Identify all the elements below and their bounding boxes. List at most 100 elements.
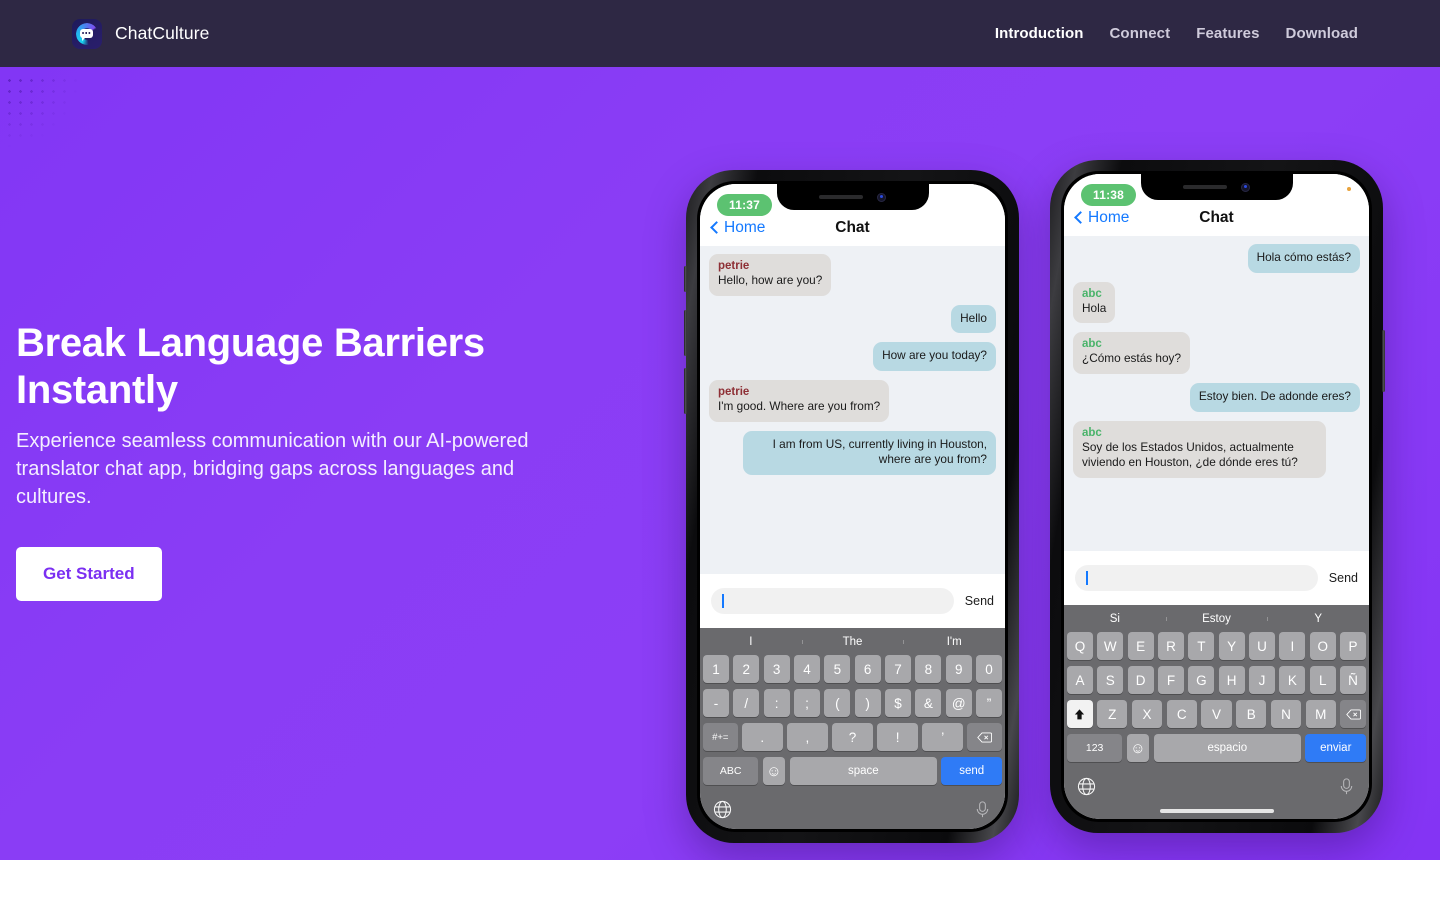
abc-key[interactable]: ABC (703, 757, 759, 785)
key[interactable]: 1 (703, 655, 729, 683)
key[interactable]: ? (832, 723, 873, 751)
key[interactable]: O (1309, 632, 1336, 660)
key[interactable]: $ (885, 689, 911, 717)
shift-icon[interactable] (1066, 700, 1093, 728)
send-button[interactable]: Send (1329, 571, 1358, 585)
key[interactable]: ( (824, 689, 851, 717)
suggestion-3[interactable]: Y (1267, 613, 1369, 625)
key[interactable]: & (915, 689, 942, 717)
key[interactable]: ’ (922, 723, 963, 751)
send-button[interactable]: Send (965, 594, 994, 608)
main-nav: Introduction Connect Features Download (995, 25, 1358, 42)
key[interactable]: 6 (854, 655, 881, 683)
key[interactable]: U (1249, 632, 1275, 660)
brand[interactable]: ChatCulture (72, 18, 209, 49)
suggestion-1[interactable]: I (700, 636, 802, 648)
keyboard-row-qwerty: Q W E R T Y U I O P (1064, 632, 1369, 660)
key[interactable]: / (733, 689, 760, 717)
back-button[interactable]: Home (710, 219, 765, 237)
key[interactable]: @ (945, 689, 972, 717)
key[interactable]: L (1309, 666, 1336, 694)
key[interactable]: G (1188, 666, 1215, 694)
hero-title-line-2: Instantly (16, 367, 178, 412)
symbols-toggle-key[interactable]: #+= (703, 723, 738, 751)
key[interactable]: I (1279, 632, 1306, 660)
keyboard-send-key[interactable]: enviar (1305, 734, 1366, 762)
message-bubble: abc ¿Cómo estás hoy? (1073, 332, 1191, 375)
key[interactable]: Ñ (1340, 666, 1366, 694)
get-started-button[interactable]: Get Started (16, 547, 162, 602)
microphone-icon[interactable] (973, 800, 992, 819)
key[interactable]: : (763, 689, 790, 717)
key[interactable]: 9 (945, 655, 972, 683)
key[interactable]: F (1158, 666, 1184, 694)
keyboard-send-key[interactable]: send (941, 757, 1002, 785)
status-bar-time: 11:37 (717, 194, 773, 216)
message-bubble: I am from US, currently living in Housto… (743, 430, 996, 476)
message-text: Soy de los Estados Unidos, actualmente v… (1082, 439, 1298, 470)
key[interactable]: Q (1067, 632, 1093, 660)
key[interactable]: K (1279, 666, 1306, 694)
key[interactable]: C (1166, 700, 1197, 728)
key[interactable]: B (1236, 700, 1267, 728)
microphone-icon[interactable] (1337, 777, 1356, 796)
key[interactable]: A (1067, 666, 1093, 694)
key[interactable]: . (742, 723, 783, 751)
notch (1140, 174, 1293, 200)
suggestion-2[interactable]: Estoy (1165, 613, 1268, 625)
nav-link-features[interactable]: Features (1196, 25, 1259, 42)
numbers-key[interactable]: 123 (1067, 734, 1123, 762)
space-key[interactable]: space (789, 757, 937, 785)
key[interactable]: 7 (885, 655, 911, 683)
key[interactable]: W (1097, 632, 1124, 660)
key[interactable]: ; (794, 689, 820, 717)
key[interactable]: ” (976, 689, 1002, 717)
phone2-keyboard: Si Estoy Y Q W E R T Y U I O P A S D F G… (1064, 605, 1369, 819)
back-button[interactable]: Home (1074, 209, 1129, 227)
backspace-icon[interactable] (1340, 700, 1367, 728)
key[interactable]: V (1201, 700, 1232, 728)
key[interactable]: 5 (824, 655, 851, 683)
nav-link-introduction[interactable]: Introduction (995, 25, 1084, 42)
key[interactable]: 3 (763, 655, 790, 683)
globe-icon[interactable] (1077, 777, 1096, 796)
key[interactable]: M (1305, 700, 1336, 728)
space-key[interactable]: espacio (1153, 734, 1301, 762)
globe-icon[interactable] (713, 800, 732, 819)
key[interactable]: T (1188, 632, 1215, 660)
emoji-icon[interactable]: ☺ (1126, 734, 1150, 762)
chevron-left-icon (710, 221, 723, 234)
key[interactable]: P (1340, 632, 1366, 660)
key[interactable]: E (1127, 632, 1154, 660)
key[interactable]: H (1218, 666, 1245, 694)
phone1-message-list: petrie Hello, how are you? Hello How are… (700, 246, 1005, 574)
message-input[interactable] (711, 588, 954, 614)
suggestion-3[interactable]: I'm (903, 636, 1005, 648)
key[interactable]: Y (1218, 632, 1245, 660)
key[interactable]: - (703, 689, 729, 717)
key[interactable]: Z (1097, 700, 1128, 728)
key[interactable]: J (1249, 666, 1275, 694)
backspace-icon[interactable] (967, 723, 1002, 751)
key[interactable]: ) (854, 689, 881, 717)
message-text: How are you today? (882, 348, 987, 363)
key[interactable]: 4 (794, 655, 820, 683)
key[interactable]: D (1127, 666, 1154, 694)
key[interactable]: 2 (733, 655, 760, 683)
key[interactable]: R (1158, 632, 1184, 660)
suggestion-2[interactable]: The (801, 636, 904, 648)
suggestion-1[interactable]: Si (1064, 613, 1166, 625)
key[interactable]: , (787, 723, 828, 751)
key[interactable]: N (1270, 700, 1302, 728)
nav-link-download[interactable]: Download (1286, 25, 1358, 42)
nav-link-connect[interactable]: Connect (1110, 25, 1171, 42)
key[interactable]: S (1097, 666, 1124, 694)
key[interactable]: X (1131, 700, 1163, 728)
key[interactable]: ! (877, 723, 918, 751)
key[interactable]: 0 (976, 655, 1002, 683)
key[interactable]: 8 (915, 655, 942, 683)
phone-mockup-spanish: 11:38 Home Chat Hola cómo estás? abc Hol… (1050, 160, 1385, 833)
emoji-icon[interactable]: ☺ (762, 757, 786, 785)
message-input[interactable] (1075, 565, 1318, 591)
keyboard-bottom-bar (1064, 768, 1369, 804)
